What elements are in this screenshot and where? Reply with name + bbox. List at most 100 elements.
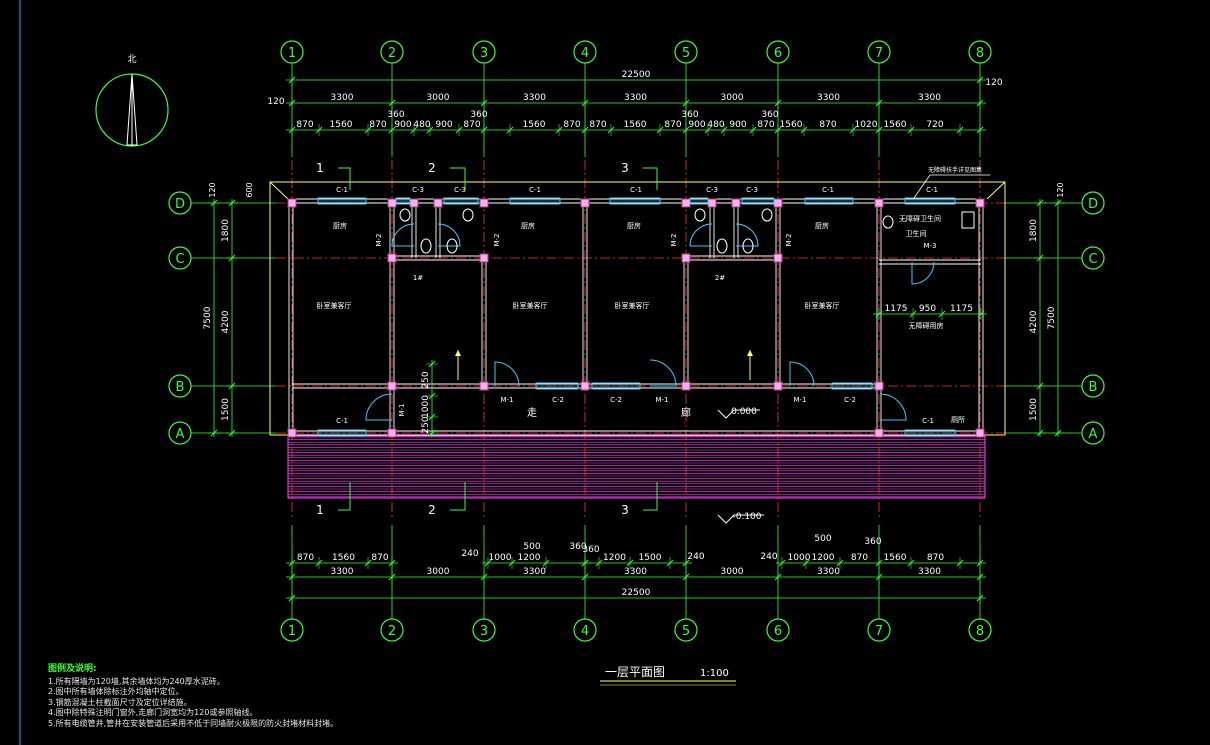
axis-label: 2 [388, 624, 396, 639]
dim-detail: 1560 [884, 120, 907, 130]
north-label: 北 [127, 54, 136, 65]
room-label: 无障碍卫生间 [899, 214, 941, 223]
window-tag: C-3 [746, 186, 758, 194]
section-mark: 3 [621, 161, 629, 175]
axis-label: 4 [581, 624, 589, 639]
note-line: 4.图中除特殊注明门窗外,走廊门洞宽均为120或参照轴线。 [48, 708, 258, 717]
axis-label: 1 [288, 624, 296, 639]
column [387, 381, 397, 391]
dim-bay: 3000 [427, 567, 450, 577]
column [387, 198, 397, 208]
window-tag: C-1 [336, 417, 348, 425]
toilet-icon [694, 208, 706, 222]
room-label: 卧室兼客厅 [317, 301, 352, 310]
axis-label: 6 [774, 624, 782, 639]
door [365, 393, 393, 421]
column [975, 198, 985, 208]
dim-detail: 1000 [489, 553, 512, 563]
dim-detail: 870 [851, 553, 868, 563]
dim-small: 240 [687, 552, 704, 562]
window-tag: C-1 [529, 186, 541, 194]
entry-arrow [747, 350, 753, 356]
section-mark: 3 [621, 503, 629, 517]
window-tag: C-2 [844, 396, 856, 404]
dim-bay: 3000 [427, 93, 450, 103]
entry-arrow [455, 350, 461, 356]
axis-label: 7 [875, 624, 883, 639]
window-tag: C-1 [336, 186, 348, 194]
dim-extra: 360 [681, 110, 698, 120]
axis-label: 1 [288, 46, 296, 61]
dim-detail: 900 [435, 120, 452, 130]
axis-label: 7 [875, 46, 883, 61]
window-tag: C-1 [926, 186, 938, 194]
door [879, 393, 907, 421]
column [874, 428, 884, 438]
dim-small: 360 [582, 545, 599, 555]
door-tag: M-2 [785, 233, 793, 246]
floor-plan-drawing: 北 1 1 2 2 3 3 4 4 5 5 6 6 7 7 8 8 D D C C B B A A 1 2 3 1 2 3 22500 33… [19, 0, 1105, 745]
section-mark: 1 [316, 503, 324, 517]
axis-label: B [1089, 380, 1098, 395]
dim-bay: 3000 [721, 567, 744, 577]
drawing-scale: 1:100 [700, 668, 729, 679]
note-line: 5.所有电缆管井,管井在安装管道后采用不低于同墙耐火极限的防火封堵材料封堵。 [48, 718, 339, 728]
dim-edge: 120 [267, 97, 284, 107]
door-tag: M-2 [670, 233, 678, 246]
dim-bay: 3300 [918, 93, 941, 103]
section-mark: 2 [428, 161, 436, 175]
dim-detail: 900 [394, 120, 411, 130]
dim-mid: 250 [421, 416, 431, 433]
dim-side: 1800 [1029, 219, 1039, 242]
dim-detail: 870 [369, 120, 386, 130]
dim-detail: 870 [819, 120, 836, 130]
door [735, 223, 759, 247]
dim-side: 600 [245, 182, 254, 197]
dim-detail: 720 [926, 120, 943, 130]
column [387, 253, 397, 263]
dim-detail: 1000 [788, 553, 811, 563]
room-label: 卧室兼客厅 [615, 301, 650, 310]
door-tag: M-2 [493, 233, 501, 246]
callout-text: 无障碍扶手详见图集 [928, 166, 982, 174]
room-label: 卧室兼客厅 [805, 301, 840, 310]
column [479, 253, 489, 263]
door [911, 261, 935, 285]
column [681, 381, 691, 391]
toilet-icon [882, 215, 894, 229]
elevation-label: -0.100 [732, 512, 761, 522]
column [287, 428, 297, 438]
dim-detail: 870 [589, 120, 606, 130]
elevation-label: 0.000 [731, 407, 757, 417]
room-label: 卧室兼客厅 [513, 301, 548, 310]
column [479, 198, 489, 208]
dim-inner: 1175 [885, 304, 908, 314]
window-tag: C-2 [552, 396, 564, 404]
column [387, 428, 397, 438]
column [874, 381, 884, 391]
dim-total: 22500 [622, 588, 651, 598]
notes-panel: 图例及说明: 1.所有隔墙为120墙,其余墙体均为240厚水泥砖。 2.图中所有… [48, 664, 608, 729]
dim-side: 1500 [221, 398, 231, 421]
dim-detail: 1560 [332, 553, 355, 563]
door [789, 361, 815, 387]
dim-mid: 1000 [421, 395, 431, 418]
axis-label: D [1088, 197, 1098, 212]
note-line: 3.钢筋混凝土柱截面尺寸及定位详结施。 [48, 697, 192, 707]
dim-detail: 1200 [518, 553, 541, 563]
column [287, 198, 297, 208]
window-tag: C-1 [922, 417, 934, 425]
axis-label: 4 [581, 46, 589, 61]
column [975, 428, 985, 438]
column [707, 198, 717, 208]
axis-label: C [175, 252, 184, 267]
room-label: 2# [715, 274, 725, 282]
dim-side: 4200 [1029, 310, 1039, 333]
dim-edge: 120 [985, 78, 1002, 88]
column [433, 198, 443, 208]
dim-bay: 3000 [721, 93, 744, 103]
column [773, 381, 783, 391]
window-tag: C-1 [822, 186, 834, 194]
dim-detail: 900 [688, 120, 705, 130]
axis-label: A [176, 427, 185, 442]
